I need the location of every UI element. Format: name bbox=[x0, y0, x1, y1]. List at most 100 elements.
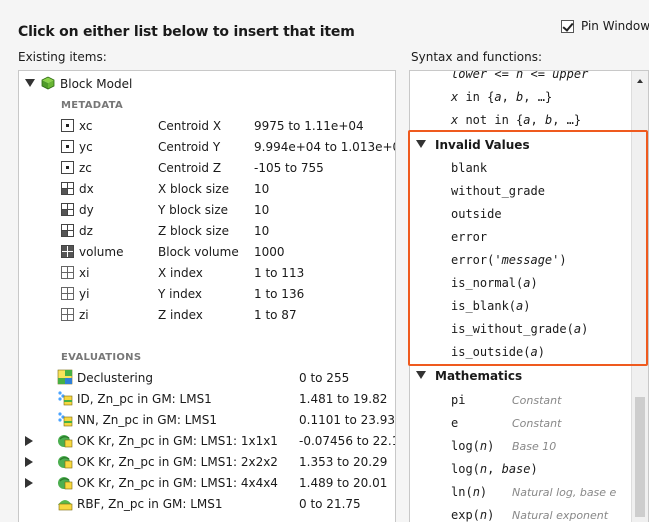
checkbox-checked-icon[interactable] bbox=[561, 19, 574, 33]
item-range: 10 bbox=[254, 224, 270, 238]
table-row[interactable]: xc Centroid X 9975 to 1.11e+04 bbox=[19, 116, 395, 137]
syntax-code: blank bbox=[451, 161, 488, 175]
table-row[interactable]: ID, Zn_pc in GM: LMS1 1.481 to 19.82 bbox=[19, 389, 395, 410]
syntax-item[interactable]: lower <= n <= upper bbox=[410, 70, 632, 86]
instruction-heading: Click on either list below to insert tha… bbox=[18, 24, 355, 40]
item-name-text: dx bbox=[79, 182, 94, 196]
item-name-text: dz bbox=[79, 224, 93, 238]
syntax-item[interactable]: error('message') bbox=[410, 249, 632, 272]
item-name: dx bbox=[61, 179, 94, 200]
syntax-description: Constant bbox=[512, 394, 562, 407]
syntax-code: is_outside(a) bbox=[451, 345, 545, 359]
syntax-code: error bbox=[451, 230, 488, 244]
item-range: 1 to 87 bbox=[254, 308, 297, 322]
table-row[interactable]: yi Y index 1 to 136 bbox=[19, 284, 395, 305]
item-description: Z index bbox=[158, 308, 203, 322]
syntax-code: is_without_grade(a) bbox=[451, 322, 589, 336]
expand-arrow-icon[interactable] bbox=[25, 457, 33, 467]
mathematics-heading[interactable]: Mathematics bbox=[416, 365, 522, 388]
invalid-values-heading[interactable]: Invalid Values bbox=[416, 134, 530, 157]
syntax-functions-label: Syntax and functions: bbox=[411, 50, 543, 64]
syntax-item[interactable]: is_without_grade(a) bbox=[410, 318, 632, 341]
syntax-item[interactable]: pi Constant bbox=[410, 389, 632, 412]
tree-root-block-model[interactable]: Block Model bbox=[19, 74, 395, 95]
item-name-text: dy bbox=[79, 203, 94, 217]
collapse-arrow-icon[interactable] bbox=[416, 371, 426, 379]
syntax-item[interactable]: blank bbox=[410, 157, 632, 180]
item-description: X index bbox=[158, 266, 203, 280]
table-row[interactable]: xi X index 1 to 113 bbox=[19, 263, 395, 284]
syntax-item[interactable]: e Constant bbox=[410, 412, 632, 435]
syntax-item[interactable]: log(n) Base 10 bbox=[410, 435, 632, 458]
scroll-up-arrow-icon[interactable] bbox=[637, 79, 643, 83]
syntax-code: lower <= n <= upper bbox=[451, 70, 589, 81]
syntax-item[interactable]: without_grade bbox=[410, 180, 632, 203]
syntax-item[interactable]: x not in {a, b, …} bbox=[410, 109, 632, 132]
table-row[interactable]: OK Kr, Zn_pc in GM: LMS1: 1x1x1 -0.07456 … bbox=[19, 431, 395, 452]
syntax-item[interactable]: ln(n) Natural log, base e bbox=[410, 481, 632, 504]
item-name: xi bbox=[61, 263, 89, 284]
table-row[interactable]: RBF, Zn_pc in GM: LMS1 0 to 21.75 bbox=[19, 494, 395, 515]
syntax-code: log(n) bbox=[451, 439, 495, 453]
syntax-code: without_grade bbox=[451, 184, 545, 198]
table-row[interactable]: dx X block size 10 bbox=[19, 179, 395, 200]
evaluation-name-text: OK Kr, Zn_pc in GM: LMS1: 2x2x2 bbox=[77, 455, 278, 469]
syntax-item[interactable]: error bbox=[410, 226, 632, 249]
item-range: -105 to 755 bbox=[254, 161, 324, 175]
syntax-item[interactable]: outside bbox=[410, 203, 632, 226]
syntax-code: x in {a, b, …} bbox=[451, 90, 553, 104]
table-row[interactable]: NN, Zn_pc in GM: LMS1 0.1101 to 23.93 bbox=[19, 410, 395, 431]
item-description: Z block size bbox=[158, 224, 229, 238]
table-row[interactable]: yc Centroid Y 9.994e+04 to 1.013e+05 bbox=[19, 137, 395, 158]
table-row[interactable]: volume Block volume 1000 bbox=[19, 242, 395, 263]
syntax-item[interactable]: is_blank(a) bbox=[410, 295, 632, 318]
index-icon bbox=[61, 308, 74, 321]
kriging-icon bbox=[58, 477, 73, 490]
declustering-icon bbox=[57, 369, 73, 385]
volume-icon bbox=[61, 245, 74, 258]
syntax-code: error('message') bbox=[451, 253, 567, 267]
table-row[interactable]: zc Centroid Z -105 to 755 bbox=[19, 158, 395, 179]
syntax-scrollbar[interactable] bbox=[631, 71, 648, 522]
item-name-text: volume bbox=[79, 245, 124, 259]
expand-arrow-icon[interactable] bbox=[25, 79, 35, 87]
metadata-heading: METADATA bbox=[61, 100, 124, 111]
evaluation-name-text: Declustering bbox=[77, 371, 153, 385]
table-row[interactable]: Declustering 0 to 255 bbox=[19, 368, 395, 389]
evaluation-range: 0.1101 to 23.93 bbox=[299, 413, 396, 427]
item-description: Y index bbox=[158, 287, 202, 301]
item-description: Centroid Y bbox=[158, 140, 221, 154]
evaluation-range: -0.07456 to 22.1 bbox=[299, 434, 396, 448]
expand-arrow-icon[interactable] bbox=[25, 436, 33, 446]
evaluation-name: RBF, Zn_pc in GM: LMS1 bbox=[57, 494, 223, 515]
collapse-arrow-icon[interactable] bbox=[416, 140, 426, 148]
table-row[interactable]: dz Z block size 10 bbox=[19, 221, 395, 242]
syntax-code: is_normal(a) bbox=[451, 276, 538, 290]
expand-arrow-icon[interactable] bbox=[25, 478, 33, 488]
table-row[interactable]: zi Z index 1 to 87 bbox=[19, 305, 395, 326]
table-row[interactable]: OK Kr, Zn_pc in GM: LMS1: 4x4x4 1.489 to … bbox=[19, 473, 395, 494]
evaluation-range: 0 to 21.75 bbox=[299, 497, 361, 511]
syntax-item[interactable]: x in {a, b, …} bbox=[410, 86, 632, 109]
evaluations-heading: EVALUATIONS bbox=[61, 352, 142, 363]
item-range: 9.994e+04 to 1.013e+05 bbox=[254, 140, 396, 154]
table-row[interactable]: OK Kr, Zn_pc in GM: LMS1: 2x2x2 1.353 to … bbox=[19, 452, 395, 473]
kriging-icon bbox=[58, 435, 73, 448]
syntax-item[interactable]: is_outside(a) bbox=[410, 341, 632, 364]
table-row[interactable]: dy Y block size 10 bbox=[19, 200, 395, 221]
existing-items-tree[interactable]: Block Model METADATA xc Centroid X 9975 to… bbox=[18, 70, 396, 522]
item-range: 1000 bbox=[254, 245, 285, 259]
syntax-code: x not in {a, b, …} bbox=[451, 113, 582, 127]
pin-window-checkbox[interactable]: Pin Window bbox=[561, 19, 649, 33]
scroll-thumb[interactable] bbox=[635, 397, 645, 517]
item-range: 10 bbox=[254, 182, 270, 196]
syntax-item[interactable]: exp(n) Natural exponent bbox=[410, 504, 632, 522]
syntax-functions-list[interactable]: lower <= n <= upper x in {a, b, …} x not i… bbox=[409, 70, 649, 522]
evaluation-name: OK Kr, Zn_pc in GM: LMS1: 2x2x2 bbox=[57, 452, 278, 473]
syntax-description: Natural exponent bbox=[512, 509, 609, 522]
item-range: 1 to 136 bbox=[254, 287, 305, 301]
syntax-item[interactable]: log(n, base) bbox=[410, 458, 632, 481]
item-name-text: zi bbox=[79, 308, 89, 322]
syntax-item[interactable]: is_normal(a) bbox=[410, 272, 632, 295]
block-size-icon bbox=[61, 182, 74, 195]
